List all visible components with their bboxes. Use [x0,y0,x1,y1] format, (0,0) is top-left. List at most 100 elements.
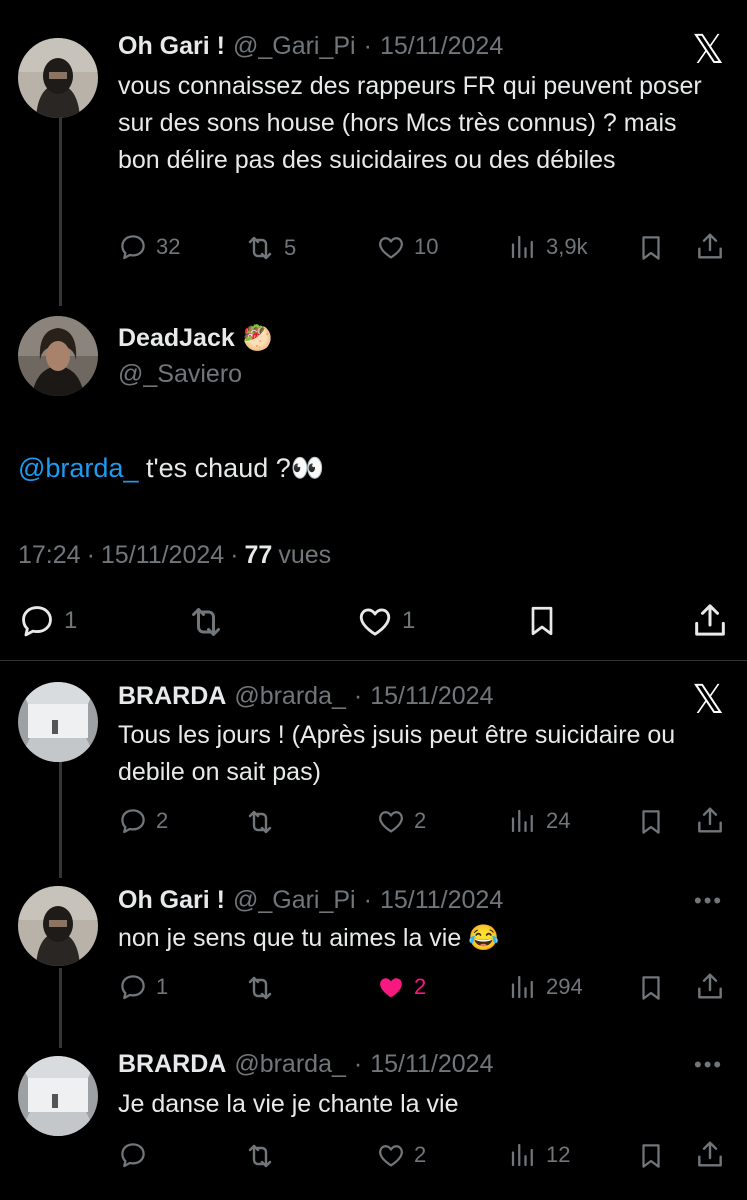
x-logo-icon: 𝕏 [692,678,725,722]
author-handle[interactable]: @_Gari_Pi [233,32,356,61]
retweet-button[interactable] [244,806,276,838]
retweet-button[interactable] [186,602,226,642]
retweet-button[interactable]: 5 [244,232,296,264]
reply-count: 32 [156,234,181,259]
heart-icon [356,602,394,640]
share-button[interactable] [694,970,726,1002]
thread-line [59,760,62,878]
separator: · [86,541,95,569]
more-options-icon[interactable]: ••• [694,888,723,914]
share-icon [694,230,726,262]
reply-icon [118,232,148,262]
avatar-brarda[interactable] [18,1056,98,1136]
views-count: 294 [546,974,583,999]
share-icon [694,970,726,1002]
tweet-text: non je sens que tu aimes la vie 😂 [118,924,500,952]
views-icon [508,806,538,836]
views-count: 24 [546,808,571,833]
reply-button[interactable]: 32 [118,232,180,262]
reply-count: 2 [156,808,169,833]
tweet-date[interactable]: 15/11/2024 [101,541,224,570]
author-name[interactable]: Oh Gari ! [118,886,225,915]
bookmark-button[interactable] [636,806,666,838]
share-button[interactable] [694,230,726,262]
retweet-button[interactable] [244,972,276,1004]
more-options-icon[interactable]: ••• [694,1052,723,1078]
share-button[interactable] [694,804,726,836]
reply-button[interactable]: 1 [18,602,77,640]
like-button[interactable]: 2 [376,806,426,836]
reply-button[interactable] [118,1140,148,1170]
views-label: vues [278,541,332,569]
views-button[interactable]: 12 [508,1140,570,1170]
bookmark-button[interactable] [636,1140,666,1172]
like-button[interactable]: 10 [376,232,438,262]
reply-icon [18,602,56,640]
author-name[interactable]: BRARDA [118,682,226,711]
name-emoji: 🥙 [242,325,273,352]
views-button[interactable]: 24 [508,806,570,836]
views-button[interactable]: 3,9k [508,232,588,262]
views-icon [508,232,538,262]
share-button[interactable] [694,1138,726,1170]
mention-link[interactable]: @brarda_ [18,453,138,483]
like-button[interactable]: 2 [376,1140,426,1170]
bookmark-icon [636,806,666,838]
tweet-text: Je danse la vie je chante la vie [118,1090,459,1118]
tweet5-header: BRARDA @brarda_ · 15/11/2024 [118,1050,494,1079]
tweet-body: t'es chaud ?👀 [138,453,325,483]
bookmark-button[interactable] [524,602,560,640]
author-name[interactable]: BRARDA [118,1050,226,1079]
views-count: 77 [244,541,273,569]
reply-button[interactable]: 2 [118,806,168,836]
tweet4-header: Oh Gari ! @_Gari_Pi · 15/11/2024 [118,886,503,915]
tweet-text: Tous les jours ! (Après jsuis peut être … [118,721,676,786]
author-handle[interactable]: @brarda_ [234,682,346,711]
like-count: 2 [414,1142,427,1167]
views-icon [508,972,538,1002]
retweet-button[interactable] [244,1140,276,1172]
avatar-deadjack[interactable] [18,316,98,396]
tweet-time[interactable]: 17:24 [18,541,81,570]
avatar-oh-gari[interactable] [18,38,98,118]
tweet-date[interactable]: 15/11/2024 [370,1050,493,1079]
like-count: 1 [402,607,416,634]
heart-icon [376,1140,406,1170]
author-name[interactable]: DeadJack [118,324,235,353]
retweet-icon [244,1140,276,1172]
retweet-icon [244,232,276,264]
heart-filled-icon [376,972,406,1002]
author-handle[interactable]: @_Saviero [118,360,242,389]
x-logo-icon: 𝕏 [692,28,725,72]
share-icon [694,804,726,836]
bookmark-button[interactable] [636,972,666,1004]
author-handle[interactable]: @_Gari_Pi [233,886,356,915]
views-button[interactable]: 294 [508,972,583,1002]
avatar-brarda[interactable] [18,682,98,762]
heart-icon [376,232,406,262]
retweet-count: 5 [284,235,297,260]
share-button[interactable] [690,600,730,640]
reply-icon [118,972,148,1002]
author-name[interactable]: Oh Gari ! [118,32,225,61]
tweet3-header: BRARDA @brarda_ · 15/11/2024 [118,682,494,711]
bookmark-button[interactable] [636,232,666,264]
like-button[interactable]: 2 [376,972,426,1002]
bookmark-icon [636,972,666,1004]
main-tweet-header: DeadJack 🥙 [118,324,273,353]
author-handle[interactable]: @brarda_ [234,1050,346,1079]
like-button[interactable]: 1 [356,602,415,640]
like-count: 2 [414,974,427,999]
separator: · [353,682,363,710]
reply-button[interactable]: 1 [118,972,168,1002]
separator: · [230,541,239,569]
reply-count: 1 [156,974,169,999]
share-icon [690,600,730,640]
tweet-meta: 17:24 · 15/11/2024 · 77 vues [18,541,331,570]
tweet-date[interactable]: 15/11/2024 [380,32,503,61]
avatar-oh-gari[interactable] [18,886,98,966]
tweet-date[interactable]: 15/11/2024 [380,886,503,915]
views-icon [508,1140,538,1170]
thread-line [59,118,62,306]
tweet-date[interactable]: 15/11/2024 [370,682,493,711]
